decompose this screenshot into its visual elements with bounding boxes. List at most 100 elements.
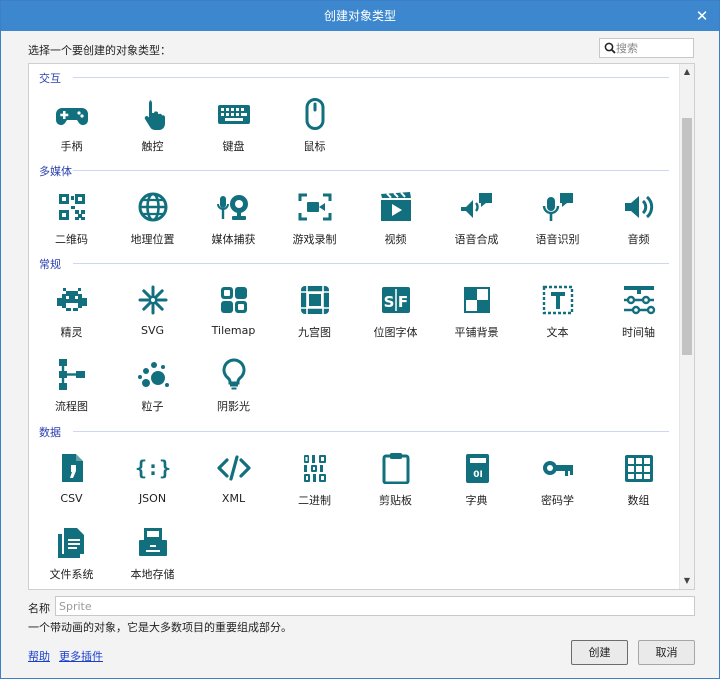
close-icon[interactable]: ✕ [693,7,711,25]
object-type-item[interactable]: 剪贴板 [355,452,436,518]
object-type-label: 九宫图 [298,326,331,339]
more-plugins-link[interactable]: 更多插件 [59,648,103,664]
object-type-label: 平铺背景 [454,326,499,339]
scroll-thumb[interactable] [682,118,692,355]
name-label: 名称 [28,602,50,615]
object-type-item[interactable]: 地理位置 [112,191,193,257]
timeline-icon [622,284,656,316]
object-type-label: 手柄 [60,140,83,153]
text-icon [541,284,575,316]
object-type-item[interactable]: 鼠标 [274,98,355,164]
svg-text:0I: 0I [473,470,483,480]
speech-recognition-icon [541,191,575,223]
object-type-list: ▲ ▼ 交互 手柄 触控 键盘 鼠标 多媒体 二维码 地理位置 媒体捕获 游戏录制 视频 语音合成 语音… [28,63,695,590]
object-type-item[interactable]: Tilemap [193,284,274,350]
object-type-label: 音频 [627,233,650,246]
object-type-item[interactable]: 文本 [517,284,598,350]
object-type-label: 二进制 [298,494,331,507]
object-type-item[interactable]: 媒体捕获 [193,191,274,257]
object-type-item[interactable]: 触控 [112,98,193,164]
globe-icon [136,191,170,223]
object-type-item[interactable]: 音频 [598,191,679,257]
object-type-item[interactable]: CSV [31,452,112,518]
object-type-item[interactable]: 语音合成 [436,191,517,257]
object-type-item[interactable]: 二维码 [31,191,112,257]
object-type-label: 二维码 [55,233,88,246]
search-input[interactable] [616,40,692,56]
object-type-item[interactable]: 密码学 [517,452,598,518]
cancel-button[interactable]: 取消 [638,640,695,665]
object-type-item[interactable]: 粒子 [112,358,193,424]
tiled-background-icon [460,284,494,316]
object-type-label: 阴影光 [217,400,250,413]
object-type-label: 本地存储 [130,568,175,581]
titlebar: 创建对象类型 ✕ [1,1,719,31]
object-type-label: 语音合成 [454,233,499,246]
name-input[interactable] [55,596,695,616]
window-title: 创建对象类型 [323,9,396,23]
shadow-light-icon [217,358,251,390]
object-type-item[interactable]: 精灵 [31,284,112,350]
svg-text:F: F [398,293,408,311]
object-type-item[interactable]: 0I 字典 [436,452,517,518]
object-type-item[interactable]: 平铺背景 [436,284,517,350]
object-type-item[interactable]: 视频 [355,191,436,257]
object-type-label: 语音识别 [535,233,580,246]
category-divider [73,170,669,171]
object-type-item[interactable]: {:} JSON [112,452,193,518]
mouse-icon [298,98,332,130]
object-type-label: SVG [140,324,165,337]
object-type-item[interactable]: 阴影光 [193,358,274,424]
object-type-item[interactable]: 流程图 [31,358,112,424]
category-header: 常规 [39,258,61,271]
svg-icon [136,284,170,316]
local-storage-icon [136,526,170,558]
svg-text:S: S [384,293,395,311]
object-type-item[interactable]: 语音识别 [517,191,598,257]
object-type-label: 触控 [141,140,164,153]
sprite-icon [55,284,89,316]
dialog-window: 创建对象类型 ✕ 选择一个要创建的对象类型： ▲ ▼ 交互手柄 触控 键盘 鼠标多媒体… [0,0,720,679]
object-type-label: Tilemap [211,324,256,337]
search-box[interactable] [599,38,694,58]
file-system-icon [55,526,89,558]
dictionary-icon: 0I [460,452,494,484]
category-divider [73,263,669,264]
object-type-item[interactable]: 九宫图 [274,284,355,350]
object-type-item[interactable]: 游戏录制 [274,191,355,257]
scroll-down-arrow-icon[interactable]: ▼ [680,574,694,588]
keyboard-icon [217,98,251,130]
object-type-label: JSON [138,492,167,505]
gamepad-icon [55,98,89,130]
object-type-label: CSV [60,492,83,505]
description-text: 一个带动画的对象，它是大多数项目的重要组成部分。 [28,621,292,634]
object-type-label: 流程图 [55,400,88,413]
search-icon [604,42,616,54]
scroll-up-arrow-icon[interactable]: ▲ [680,65,694,79]
scrollbar[interactable]: ▲ ▼ [679,64,694,589]
screen-record-icon [298,191,332,223]
prompt-text: 选择一个要创建的对象类型： [28,44,171,57]
object-type-label: 位图字体 [373,326,418,339]
object-type-item[interactable]: XML [193,452,274,518]
object-type-item[interactable]: 本地存储 [112,526,193,589]
object-type-item[interactable]: SVG [112,284,193,350]
object-type-label: 数组 [627,494,650,507]
object-type-item[interactable]: 二进制 [274,452,355,518]
object-type-label: 鼠标 [303,140,326,153]
help-link[interactable]: 帮助 [28,648,50,664]
object-type-label: 媒体捕获 [211,233,256,246]
object-type-label: 时间轴 [622,326,655,339]
object-type-label: 粒子 [141,400,164,413]
create-button[interactable]: 创建 [571,640,628,665]
object-type-item[interactable]: 数组 [598,452,679,518]
object-type-item[interactable]: 键盘 [193,98,274,164]
xml-icon [217,452,251,484]
object-type-label: 文本 [546,326,569,339]
object-type-item[interactable]: S F 位图字体 [355,284,436,350]
object-type-item[interactable]: 手柄 [31,98,112,164]
object-type-item[interactable]: 时间轴 [598,284,679,350]
object-type-item[interactable]: 文件系统 [31,526,112,589]
nine-patch-icon [298,284,332,316]
object-type-label: 字典 [465,494,488,507]
